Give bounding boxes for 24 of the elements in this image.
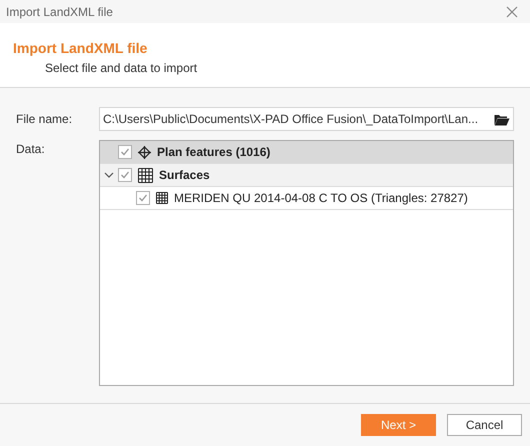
close-icon[interactable]: [506, 6, 518, 18]
chevron-icon[interactable]: [104, 170, 114, 180]
cancel-button[interactable]: Cancel: [447, 414, 522, 436]
grid-icon: [138, 168, 153, 182]
tree-row[interactable]: Surfaces: [100, 164, 513, 187]
field-label: Data:: [16, 141, 46, 158]
grid-icon: [156, 192, 168, 204]
point-target-icon: [138, 146, 151, 158]
folder-icon[interactable]: [494, 112, 510, 126]
check-icon: [120, 170, 130, 180]
field-label: File name:: [16, 111, 74, 128]
checkbox[interactable]: [118, 168, 132, 182]
checkbox[interactable]: [136, 191, 150, 205]
tree-item-label: MERIDEN QU 2014-04-08 C TO OS (Triangles: 27827): [174, 190, 468, 207]
check-icon: [120, 147, 130, 157]
window-title: Import LandXML file: [6, 4, 113, 20]
tree-row[interactable]: Plan features (1016): [100, 141, 513, 164]
header-title: Import LandXML file: [13, 38, 148, 58]
check-icon: [138, 193, 148, 203]
checkbox[interactable]: [118, 145, 132, 159]
tree-item-label: Surfaces: [159, 167, 210, 184]
file-name-field[interactable]: C:\Users\Public\Documents\X-PAD Office Fusion\_DataToImport\Lan...: [99, 107, 514, 131]
tree-item-label: Plan features (1016): [157, 144, 270, 161]
header-subtitle: Select file and data to import: [45, 60, 198, 76]
